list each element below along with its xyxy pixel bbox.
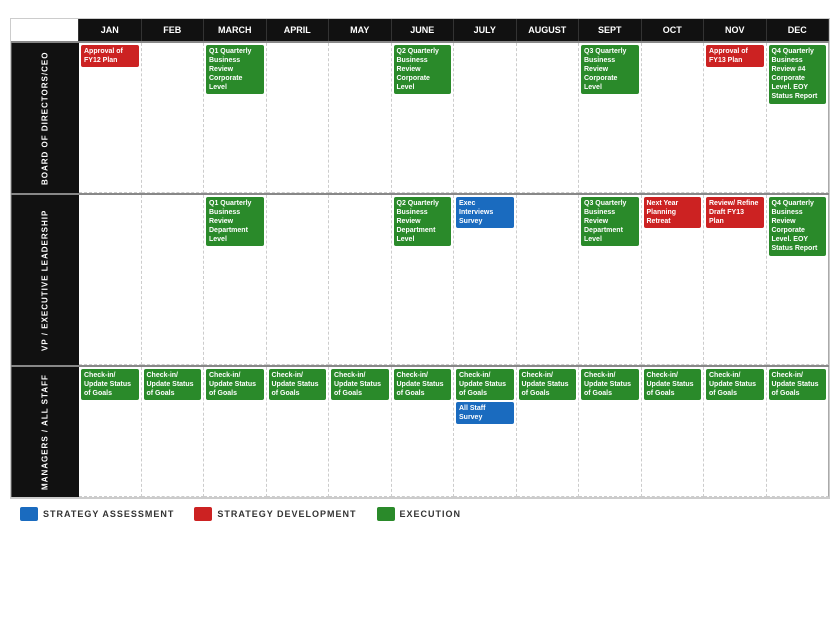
cell-2-8: Check-in/ Update Status of Goals bbox=[579, 367, 642, 497]
row-label-0: BOARD OF DIRECTORS/CEO bbox=[11, 43, 79, 193]
calendar-event: Approval of FY13 Plan bbox=[706, 45, 764, 67]
cell-2-1: Check-in/ Update Status of Goals bbox=[142, 367, 205, 497]
header-month-dec: DEC bbox=[767, 19, 830, 41]
calendar-event: Q1 Quarterly Business Review Corporate L… bbox=[206, 45, 264, 94]
row-content-2: Check-in/ Update Status of GoalsCheck-in… bbox=[79, 367, 829, 497]
legend-item-blue: STRATEGY ASSESSMENT bbox=[20, 507, 174, 521]
main-container: JANFEBMARCHAPRILMAYJUNEJULYAUGUSTSEPTOCT… bbox=[0, 0, 840, 640]
calendar-event: Check-in/ Update Status of Goals bbox=[456, 369, 514, 400]
calendar-event: Q4 Quarterly Business Review Corporate L… bbox=[769, 197, 827, 256]
cell-1-0 bbox=[79, 195, 142, 365]
cell-2-3: Check-in/ Update Status of Goals bbox=[267, 367, 330, 497]
calendar: JANFEBMARCHAPRILMAYJUNEJULYAUGUSTSEPTOCT… bbox=[10, 18, 830, 498]
cell-0-9 bbox=[642, 43, 705, 193]
cell-0-0: Approval of FY12 Plan bbox=[79, 43, 142, 193]
calendar-event: Q3 Quarterly Business Review Department … bbox=[581, 197, 639, 246]
cell-2-11: Check-in/ Update Status of Goals bbox=[767, 367, 830, 497]
cell-0-10: Approval of FY13 Plan bbox=[704, 43, 767, 193]
legend-box-blue bbox=[20, 507, 38, 521]
corner-cell bbox=[11, 19, 79, 41]
legend-label-red: STRATEGY DEVELOPMENT bbox=[217, 509, 356, 519]
month-header-row: JANFEBMARCHAPRILMAYJUNEJULYAUGUSTSEPTOCT… bbox=[11, 19, 829, 41]
header-month-feb: FEB bbox=[142, 19, 205, 41]
cell-1-10: Review/ Refine Draft FY13 Plan bbox=[704, 195, 767, 365]
cell-1-6: Exec Interviews Survey bbox=[454, 195, 517, 365]
legend-label-blue: STRATEGY ASSESSMENT bbox=[43, 509, 174, 519]
row-label-1: VP / EXECUTIVE LEADERSHIP bbox=[11, 195, 79, 365]
header-month-august: AUGUST bbox=[517, 19, 580, 41]
cell-0-7 bbox=[517, 43, 580, 193]
cell-1-3 bbox=[267, 195, 330, 365]
row-content-1: Q1 Quarterly Business Review Department … bbox=[79, 195, 829, 365]
calendar-event: Check-in/ Update Status of Goals bbox=[519, 369, 577, 400]
calendar-event: Check-in/ Update Status of Goals bbox=[706, 369, 764, 400]
header-month-july: JULY bbox=[454, 19, 517, 41]
cell-2-2: Check-in/ Update Status of Goals bbox=[204, 367, 267, 497]
legend-box-green bbox=[377, 507, 395, 521]
header-month-march: MARCH bbox=[204, 19, 267, 41]
legend-item-red: STRATEGY DEVELOPMENT bbox=[194, 507, 356, 521]
cell-0-11: Q4 Quarterly Business Review #4 Corporat… bbox=[767, 43, 830, 193]
calendar-event: Q2 Quarterly Business Review Corporate L… bbox=[394, 45, 452, 94]
calendar-event: All Staff Survey bbox=[456, 402, 514, 424]
calendar-event: Check-in/ Update Status of Goals bbox=[581, 369, 639, 400]
cell-2-10: Check-in/ Update Status of Goals bbox=[704, 367, 767, 497]
calendar-event: Check-in/ Update Status of Goals bbox=[394, 369, 452, 400]
section-row-2: MANAGERS / ALL STAFFCheck-in/ Update Sta… bbox=[11, 365, 829, 497]
calendar-event: Check-in/ Update Status of Goals bbox=[81, 369, 139, 400]
calendar-event: Q2 Quarterly Business Review Department … bbox=[394, 197, 452, 246]
cell-1-11: Q4 Quarterly Business Review Corporate L… bbox=[767, 195, 830, 365]
calendar-event: Check-in/ Update Status of Goals bbox=[331, 369, 389, 400]
cell-2-4: Check-in/ Update Status of Goals bbox=[329, 367, 392, 497]
cell-0-5: Q2 Quarterly Business Review Corporate L… bbox=[392, 43, 455, 193]
legend-box-red bbox=[194, 507, 212, 521]
legend-label-green: EXECUTION bbox=[400, 509, 462, 519]
header-month-may: MAY bbox=[329, 19, 392, 41]
calendar-event: Check-in/ Update Status of Goals bbox=[206, 369, 264, 400]
legend-bar: STRATEGY ASSESSMENT STRATEGY DEVELOPMENT E… bbox=[10, 498, 830, 529]
calendar-event: Check-in/ Update Status of Goals bbox=[769, 369, 827, 400]
cell-1-8: Q3 Quarterly Business Review Department … bbox=[579, 195, 642, 365]
calendar-event: Q4 Quarterly Business Review #4 Corporat… bbox=[769, 45, 827, 104]
calendar-event: Check-in/ Update Status of Goals bbox=[144, 369, 202, 400]
cell-2-5: Check-in/ Update Status of Goals bbox=[392, 367, 455, 497]
section-row-0: BOARD OF DIRECTORS/CEOApproval of FY12 P… bbox=[11, 41, 829, 193]
cell-1-9: Next Year Planning Retreat bbox=[642, 195, 705, 365]
header-month-oct: OCT bbox=[642, 19, 705, 41]
cell-1-5: Q2 Quarterly Business Review Department … bbox=[392, 195, 455, 365]
header-month-april: APRIL bbox=[267, 19, 330, 41]
cell-0-4 bbox=[329, 43, 392, 193]
cell-1-4 bbox=[329, 195, 392, 365]
calendar-body: BOARD OF DIRECTORS/CEOApproval of FY12 P… bbox=[11, 41, 829, 497]
cell-1-1 bbox=[142, 195, 205, 365]
calendar-event: Q1 Quarterly Business Review Department … bbox=[206, 197, 264, 246]
calendar-event: Q3 Quarterly Business Review Corporate L… bbox=[581, 45, 639, 94]
calendar-event: Check-in/ Update Status of Goals bbox=[644, 369, 702, 400]
cell-0-8: Q3 Quarterly Business Review Corporate L… bbox=[579, 43, 642, 193]
calendar-event: Exec Interviews Survey bbox=[456, 197, 514, 228]
cell-2-6: Check-in/ Update Status of GoalsAll Staf… bbox=[454, 367, 517, 497]
header-month-nov: NOV bbox=[704, 19, 767, 41]
row-content-0: Approval of FY12 Plan Q1 Quarterly Busine… bbox=[79, 43, 829, 193]
cell-1-7 bbox=[517, 195, 580, 365]
cell-0-3 bbox=[267, 43, 330, 193]
row-label-2: MANAGERS / ALL STAFF bbox=[11, 367, 79, 497]
cell-2-7: Check-in/ Update Status of Goals bbox=[517, 367, 580, 497]
cell-0-2: Q1 Quarterly Business Review Corporate L… bbox=[204, 43, 267, 193]
cell-2-9: Check-in/ Update Status of Goals bbox=[642, 367, 705, 497]
section-row-1: VP / EXECUTIVE LEADERSHIP Q1 Quarterly Bu… bbox=[11, 193, 829, 365]
cell-1-2: Q1 Quarterly Business Review Department … bbox=[204, 195, 267, 365]
calendar-event: Review/ Refine Draft FY13 Plan bbox=[706, 197, 764, 228]
calendar-event: Next Year Planning Retreat bbox=[644, 197, 702, 228]
cell-0-6 bbox=[454, 43, 517, 193]
header-month-june: JUNE bbox=[392, 19, 455, 41]
header-month-sept: SEPT bbox=[579, 19, 642, 41]
calendar-event: Approval of FY12 Plan bbox=[81, 45, 139, 67]
cell-0-1 bbox=[142, 43, 205, 193]
cell-2-0: Check-in/ Update Status of Goals bbox=[79, 367, 142, 497]
legend-item-green: EXECUTION bbox=[377, 507, 462, 521]
calendar-event: Check-in/ Update Status of Goals bbox=[269, 369, 327, 400]
header-month-jan: JAN bbox=[79, 19, 142, 41]
